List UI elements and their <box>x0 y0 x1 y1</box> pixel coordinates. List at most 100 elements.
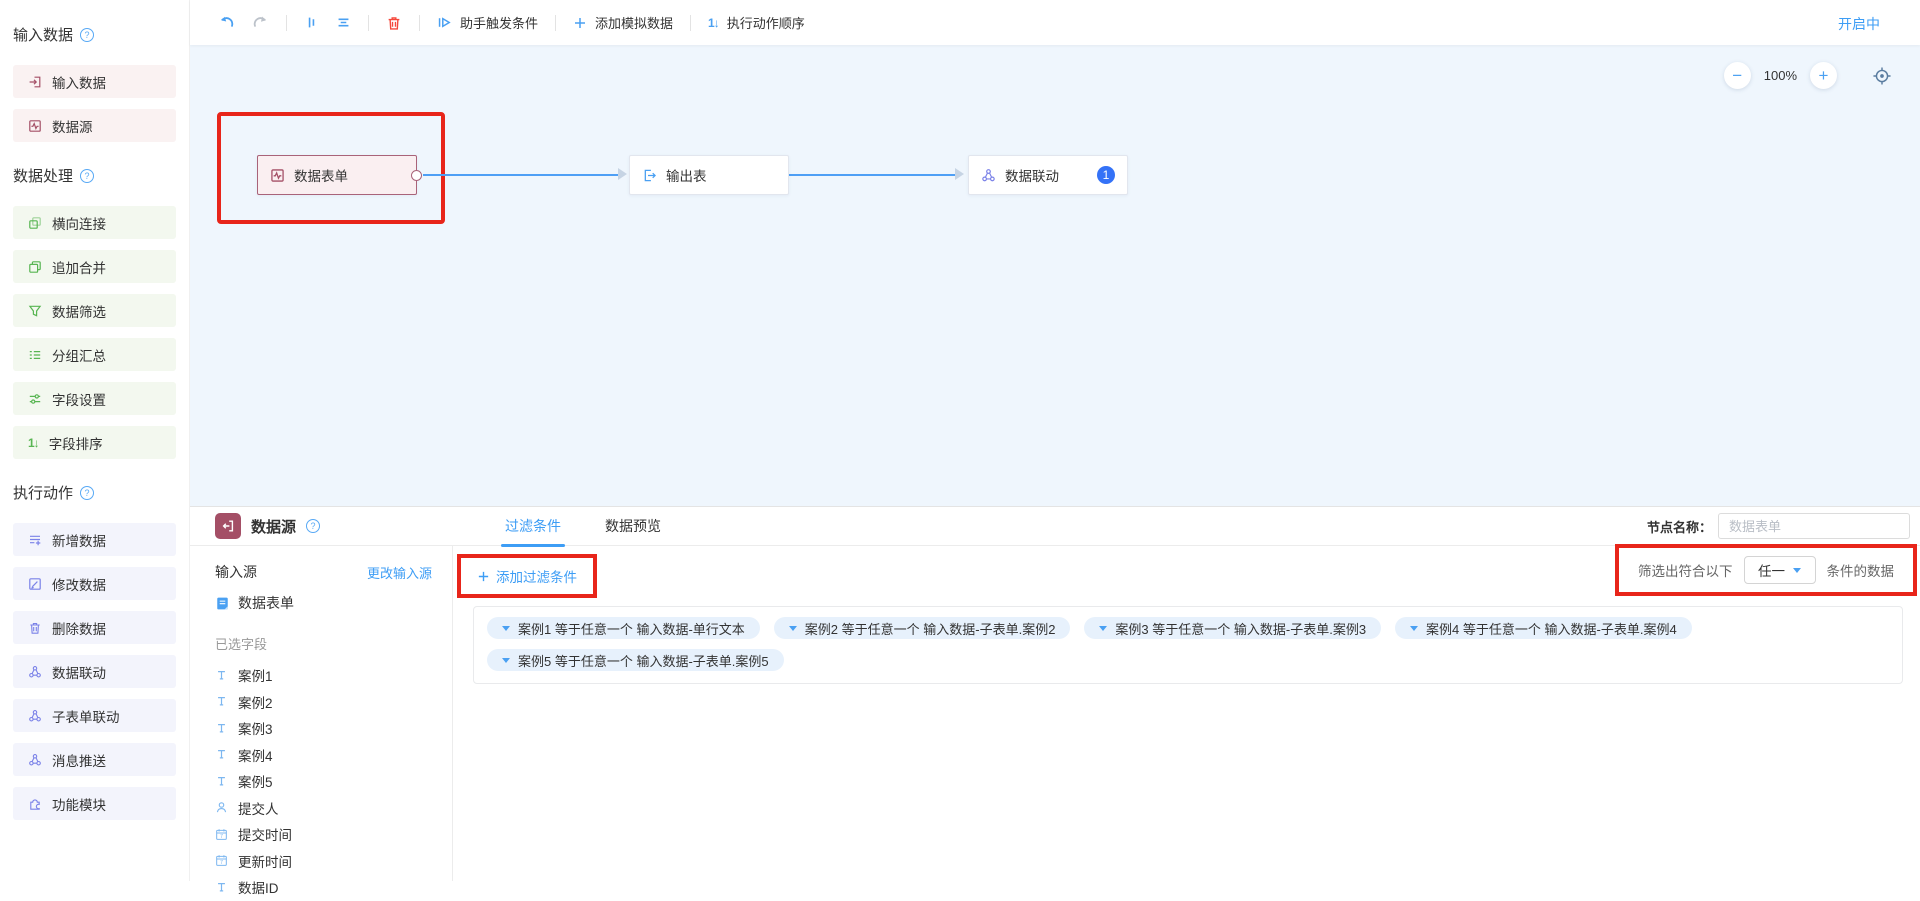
locate-center-icon[interactable] <box>1872 66 1892 86</box>
sidebar-item-function-module[interactable]: 功能模块 <box>13 787 176 820</box>
sidebar-item-label: 输入数据 <box>52 72 106 92</box>
text-field-icon <box>215 722 228 735</box>
action-order-label: 执行动作顺序 <box>727 13 805 32</box>
delete-node-icon[interactable] <box>386 15 402 31</box>
sidebar-item-label: 消息推送 <box>52 750 106 770</box>
horizontal-join-icon <box>28 216 42 230</box>
section-title: 执行动作 <box>13 482 73 503</box>
plus-icon <box>477 570 490 583</box>
field-label: 案例4 <box>238 745 273 765</box>
condition-chip[interactable]: 案例5 等于任意一个 输入数据-子表单.案例5 <box>487 649 784 671</box>
sidebar-item-subform-linkage[interactable]: 子表单联动 <box>13 699 176 732</box>
help-icon[interactable]: ? <box>80 169 94 183</box>
sidebar-item-add-data[interactable]: 新增数据 <box>13 523 176 556</box>
field-row: 案例5 <box>215 768 432 795</box>
canvas-toolbar: 助手触发条件 添加模拟数据 1↓ 执行动作顺序 开启中 <box>190 0 1920 45</box>
panel-header: 数据源 ? 过滤条件 数据预览 节点名称： <box>190 507 1920 546</box>
field-label: 提交人 <box>238 798 279 818</box>
calendar-icon: 7 <box>215 828 228 841</box>
toolbar-divider <box>690 15 691 31</box>
sidebar-item-field-sort[interactable]: 1↓ 字段排序 <box>13 426 176 459</box>
assistant-trigger-label: 助手触发条件 <box>460 13 538 32</box>
undo-icon[interactable] <box>218 14 235 31</box>
condition-text: 案例5 等于任意一个 输入数据-子表单.案例5 <box>518 651 769 670</box>
tab-data-preview[interactable]: 数据预览 <box>605 507 661 546</box>
source-fields-panel: 输入源 更改输入源 数据表单 已选字段 案例1 案例2 案例3 <box>190 546 453 881</box>
node-name-group: 节点名称： <box>1647 513 1910 539</box>
flow-canvas[interactable]: 数据表单 输出表 数据联动 1 − 100% + <box>190 45 1920 506</box>
tab-filter-conditions[interactable]: 过滤条件 <box>505 507 561 546</box>
add-filter-condition-button[interactable]: 添加过滤条件 <box>477 566 577 586</box>
zoom-out-button[interactable]: − <box>1724 62 1751 89</box>
sidebar-item-label: 删除数据 <box>52 618 106 638</box>
chevron-down-icon <box>502 626 510 635</box>
node-label: 数据联动 <box>1005 165 1059 185</box>
main-area: 助手触发条件 添加模拟数据 1↓ 执行动作顺序 开启中 数据表单 输出表 <box>190 0 1920 881</box>
help-icon[interactable]: ? <box>306 519 320 533</box>
help-icon[interactable]: ? <box>80 28 94 42</box>
section-actions: 执行动作 ? <box>13 482 176 503</box>
linkage-icon <box>981 168 996 183</box>
sidebar-item-input-data[interactable]: 输入数据 <box>13 65 176 98</box>
sidebar-item-data-filter[interactable]: 数据筛选 <box>13 294 176 327</box>
condition-chip[interactable]: 案例1 等于任意一个 输入数据-单行文本 <box>487 617 760 639</box>
zoom-level: 100% <box>1764 68 1797 83</box>
field-label: 提交时间 <box>238 824 292 844</box>
left-sidebar: 输入数据 ? 输入数据 数据源 数据处理 ? 横向连接 追加合并 数据筛选 分组… <box>0 0 190 881</box>
change-source-link[interactable]: 更改输入源 <box>367 563 432 582</box>
field-label: 数据ID <box>238 877 279 897</box>
sidebar-item-field-settings[interactable]: 字段设置 <box>13 382 176 415</box>
sidebar-item-horizontal-join[interactable]: 横向连接 <box>13 206 176 239</box>
sidebar-item-label: 数据源 <box>52 116 93 136</box>
field-label: 案例5 <box>238 771 273 791</box>
add-mock-data-button[interactable]: 添加模拟数据 <box>573 13 673 32</box>
output-port-handle[interactable] <box>411 170 422 181</box>
sidebar-item-append-merge[interactable]: 追加合并 <box>13 250 176 283</box>
node-data-form[interactable]: 数据表单 <box>257 155 417 195</box>
svg-text:7: 7 <box>220 860 223 866</box>
sidebar-item-label: 修改数据 <box>52 574 106 594</box>
module-icon <box>28 797 42 811</box>
field-label: 案例1 <box>238 665 273 685</box>
sidebar-item-data-source[interactable]: 数据源 <box>13 109 176 142</box>
help-icon[interactable]: ? <box>80 486 94 500</box>
conditions-card: 案例1 等于任意一个 输入数据-单行文本 案例2 等于任意一个 输入数据-子表单… <box>473 606 1903 684</box>
sidebar-item-label: 数据筛选 <box>52 301 106 321</box>
match-mode-select[interactable]: 任一 <box>1744 556 1816 584</box>
node-name-input[interactable] <box>1718 513 1910 539</box>
align-center-icon[interactable] <box>336 15 351 30</box>
distribute-horizontal-icon[interactable] <box>304 15 319 30</box>
edge-arrow-icon <box>618 168 627 180</box>
toolbar-divider <box>419 15 420 31</box>
field-row: 案例1 <box>215 662 432 689</box>
source-form-row[interactable]: 数据表单 <box>215 593 432 613</box>
sidebar-item-message-push[interactable]: 消息推送 <box>13 743 176 776</box>
node-label: 数据表单 <box>294 165 348 185</box>
svg-text:7: 7 <box>220 834 223 840</box>
condition-chip[interactable]: 案例2 等于任意一个 输入数据-子表单.案例2 <box>774 617 1071 639</box>
edit-icon <box>28 577 42 591</box>
condition-chip[interactable]: 案例4 等于任意一个 输入数据-子表单.案例4 <box>1395 617 1692 639</box>
node-data-linkage[interactable]: 数据联动 1 <box>968 155 1128 195</box>
sidebar-item-label: 追加合并 <box>52 257 106 277</box>
status-toggle[interactable]: 开启中 <box>1838 14 1880 34</box>
chevron-down-icon <box>1410 626 1418 635</box>
sidebar-item-delete-data[interactable]: 删除数据 <box>13 611 176 644</box>
redo-icon[interactable] <box>252 14 269 31</box>
sidebar-item-edit-data[interactable]: 修改数据 <box>13 567 176 600</box>
chevron-down-icon <box>1793 568 1801 577</box>
action-order-button[interactable]: 1↓ 执行动作顺序 <box>708 13 805 32</box>
datasource-icon <box>215 513 241 539</box>
text-field-icon <box>215 669 228 682</box>
condition-text: 案例2 等于任意一个 输入数据-子表单.案例2 <box>805 619 1056 638</box>
condition-chip[interactable]: 案例3 等于任意一个 输入数据-子表单.案例3 <box>1084 617 1381 639</box>
sidebar-item-label: 数据联动 <box>52 662 106 682</box>
sidebar-item-data-linkage[interactable]: 数据联动 <box>13 655 176 688</box>
selected-fields-label: 已选字段 <box>215 634 432 653</box>
sidebar-item-group-summary[interactable]: 分组汇总 <box>13 338 176 371</box>
assistant-trigger-button[interactable]: 助手触发条件 <box>437 13 538 32</box>
datasource-title: 数据源 ? <box>215 513 320 539</box>
field-row: 案例2 <box>215 689 432 716</box>
zoom-in-button[interactable]: + <box>1810 62 1837 89</box>
node-output-table[interactable]: 输出表 <box>629 155 789 195</box>
